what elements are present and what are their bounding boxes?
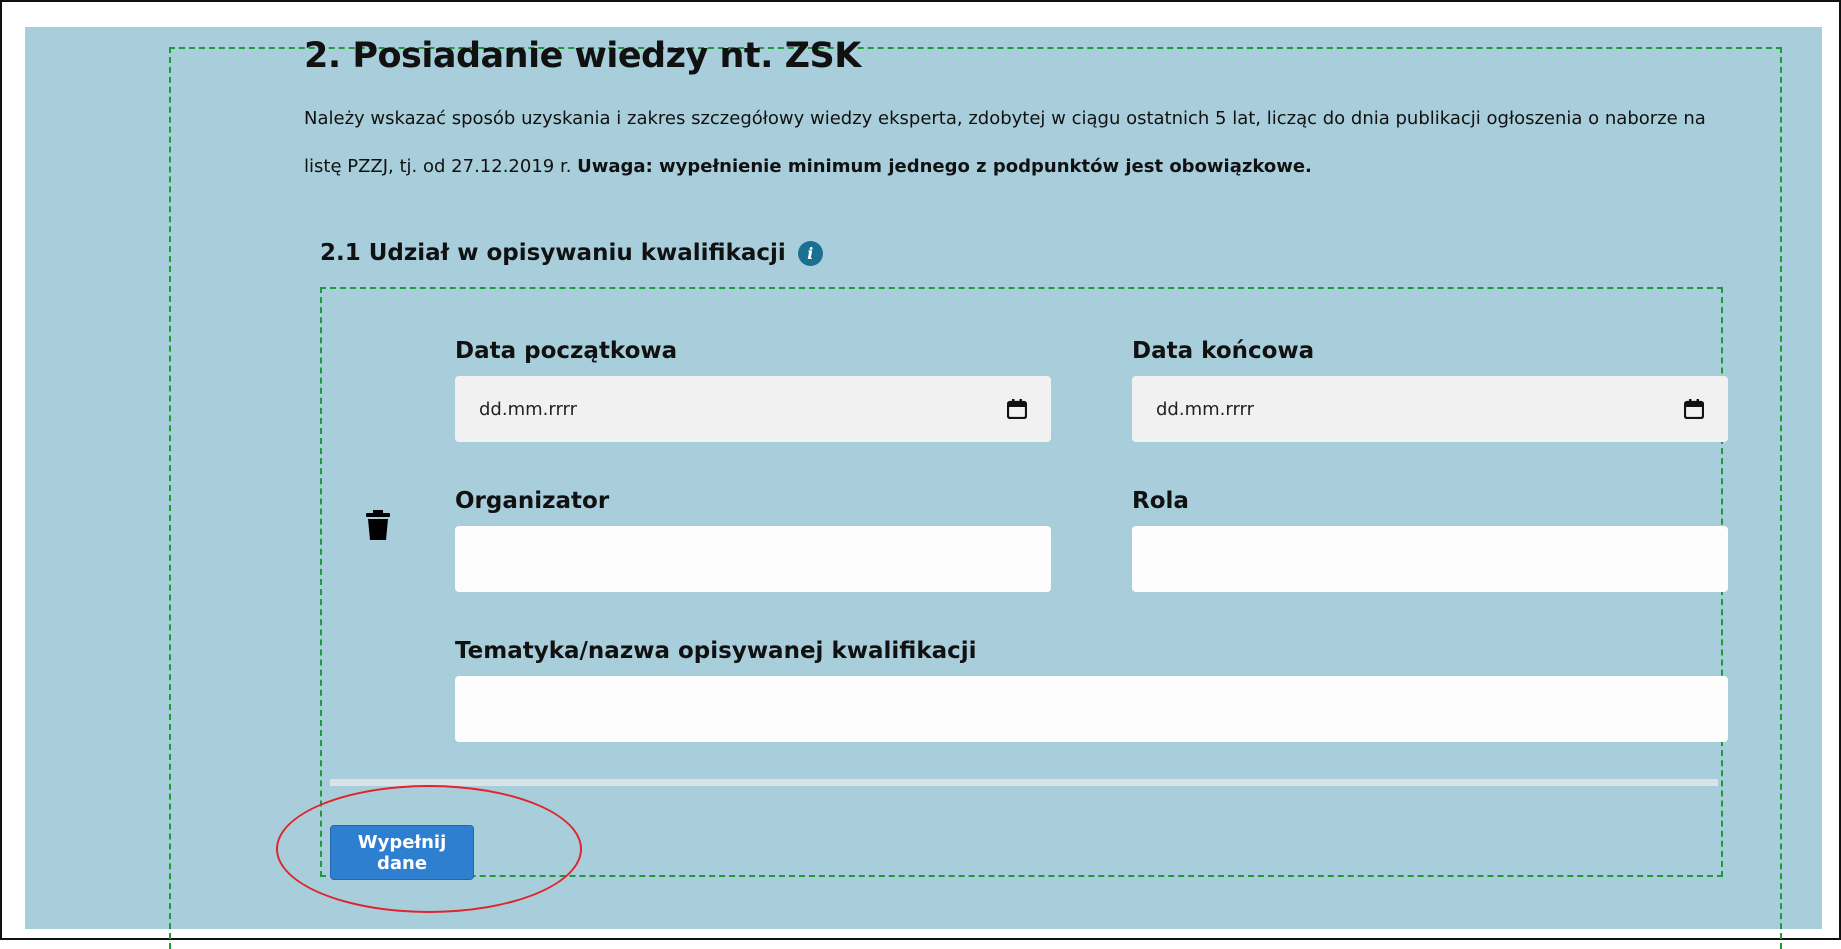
calendar-icon[interactable]: [1684, 399, 1704, 419]
end-date-input[interactable]: dd.mm.rrrr: [1132, 376, 1728, 442]
end-date-label: Data końcowa: [1132, 338, 1315, 364]
role-label: Rola: [1132, 488, 1189, 514]
end-date-placeholder: dd.mm.rrrr: [1156, 398, 1255, 420]
highlight-circle: [276, 785, 582, 913]
info-icon[interactable]: i: [797, 240, 823, 266]
trash-icon[interactable]: [366, 510, 390, 540]
start-date-placeholder: dd.mm.rrrr: [479, 398, 578, 420]
subsection-heading: 2.1 Udział w opisywaniu kwalifikacji i: [320, 240, 823, 266]
topic-input[interactable]: [455, 676, 1728, 742]
calendar-icon[interactable]: [1007, 399, 1027, 419]
subsection-title: 2.1 Udział w opisywaniu kwalifikacji: [320, 240, 786, 266]
organizer-label: Organizator: [455, 488, 610, 514]
description-warning: Uwaga: wypełnienie minimum jednego z pod…: [577, 156, 1312, 177]
section-title: 2. Posiadanie wiedzy nt. ZSK: [304, 36, 861, 76]
topic-label: Tematyka/nazwa opisywanej kwalifikacji: [455, 638, 977, 664]
role-input[interactable]: [1132, 526, 1728, 592]
organizer-input[interactable]: [455, 526, 1051, 592]
section-description: Należy wskazać sposób uzyskania i zakres…: [304, 95, 1744, 191]
divider: [330, 779, 1718, 786]
start-date-label: Data początkowa: [455, 338, 678, 364]
start-date-input[interactable]: dd.mm.rrrr: [455, 376, 1051, 442]
